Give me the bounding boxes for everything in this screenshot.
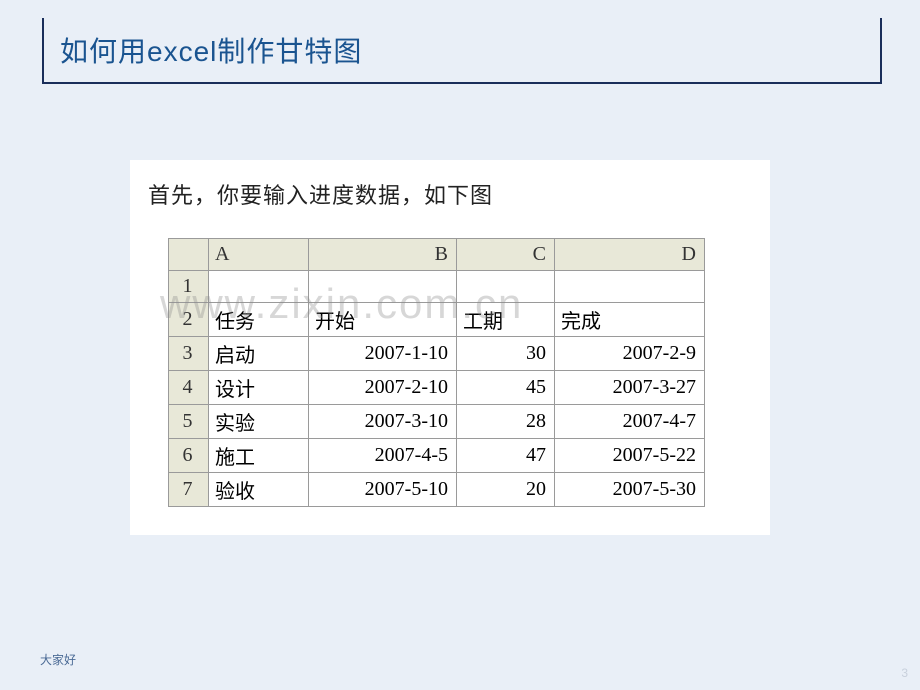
table-col-header-row: A B C D [169, 239, 705, 271]
page-title: 如何用excel制作甘特图 [60, 30, 864, 70]
col-header-D: D [555, 239, 705, 271]
cell-C2: 工期 [457, 303, 555, 337]
corner-cell [169, 239, 209, 271]
cell-C5: 28 [457, 405, 555, 439]
cell-A3: 启动 [209, 337, 309, 371]
row-number: 4 [169, 371, 209, 405]
cell-B3: 2007-1-10 [309, 337, 457, 371]
table-row: 2 任务 开始 工期 完成 [169, 303, 705, 337]
cell-C3: 30 [457, 337, 555, 371]
instruction-text: 首先，你要输入进度数据，如下图 [148, 178, 752, 210]
cell-A7: 验收 [209, 473, 309, 507]
footer-note: 大家好 [40, 651, 76, 668]
row-number: 7 [169, 473, 209, 507]
table-row: 1 [169, 271, 705, 303]
cell-D3: 2007-2-9 [555, 337, 705, 371]
row-number: 1 [169, 271, 209, 303]
cell-D2: 完成 [555, 303, 705, 337]
row-number: 6 [169, 439, 209, 473]
cell-D1 [555, 271, 705, 303]
cell-A6: 施工 [209, 439, 309, 473]
col-header-B: B [309, 239, 457, 271]
cell-D7: 2007-5-30 [555, 473, 705, 507]
cell-C4: 45 [457, 371, 555, 405]
excel-table: A B C D 1 2 任务 开始 工期 完成 3 启动 2007-1-10 3… [168, 238, 705, 507]
cell-B7: 2007-5-10 [309, 473, 457, 507]
cell-D5: 2007-4-7 [555, 405, 705, 439]
cell-B2: 开始 [309, 303, 457, 337]
col-header-C: C [457, 239, 555, 271]
cell-A1 [209, 271, 309, 303]
col-header-A: A [209, 239, 309, 271]
content-area: 首先，你要输入进度数据，如下图 A B C D 1 2 任务 开始 工期 完成 … [130, 160, 770, 535]
cell-C1 [457, 271, 555, 303]
cell-B1 [309, 271, 457, 303]
cell-B6: 2007-4-5 [309, 439, 457, 473]
cell-B5: 2007-3-10 [309, 405, 457, 439]
cell-A5: 实验 [209, 405, 309, 439]
page-number: 3 [901, 666, 908, 680]
table-row: 3 启动 2007-1-10 30 2007-2-9 [169, 337, 705, 371]
cell-D6: 2007-5-22 [555, 439, 705, 473]
cell-A2: 任务 [209, 303, 309, 337]
row-number: 5 [169, 405, 209, 439]
table-row: 5 实验 2007-3-10 28 2007-4-7 [169, 405, 705, 439]
cell-B4: 2007-2-10 [309, 371, 457, 405]
table-row: 4 设计 2007-2-10 45 2007-3-27 [169, 371, 705, 405]
cell-C7: 20 [457, 473, 555, 507]
cell-D4: 2007-3-27 [555, 371, 705, 405]
table-row: 7 验收 2007-5-10 20 2007-5-30 [169, 473, 705, 507]
row-number: 3 [169, 337, 209, 371]
cell-C6: 47 [457, 439, 555, 473]
title-bar: 如何用excel制作甘特图 [42, 18, 882, 84]
cell-A4: 设计 [209, 371, 309, 405]
row-number: 2 [169, 303, 209, 337]
table-row: 6 施工 2007-4-5 47 2007-5-22 [169, 439, 705, 473]
